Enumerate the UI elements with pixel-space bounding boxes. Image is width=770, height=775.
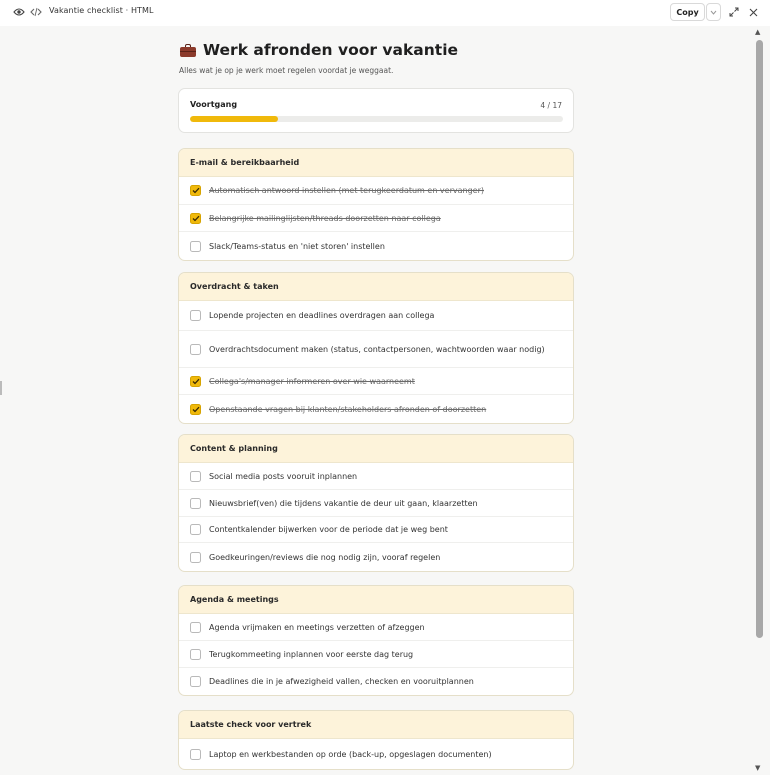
checklist-item-label: Contentkalender bijwerken voor de period…	[209, 525, 448, 534]
checklist-item-label: Collega's/manager informeren over wie wa…	[209, 376, 415, 386]
checklist-item[interactable]: Laptop en werkbestanden op orde (back-up…	[179, 739, 573, 769]
checklist-item[interactable]: Social media posts vooruit inplannen	[179, 463, 573, 490]
checkbox[interactable]	[190, 621, 201, 633]
checklist-item[interactable]: Nieuwsbrief(ven) die tijdens vakantie de…	[179, 490, 573, 517]
briefcase-icon	[180, 43, 196, 57]
checklist-section: E-mail & bereikbaarheid Automatisch antwo…	[178, 148, 574, 261]
copy-button[interactable]: Copy	[670, 3, 705, 21]
checklist-item[interactable]: Agenda vrijmaken en meetings verzetten o…	[179, 614, 573, 641]
checklist-item-label: Openstaande vragen bij klanten/stakehold…	[209, 404, 487, 414]
checklist-item[interactable]: Lopende projecten en deadlines overdrage…	[179, 301, 573, 331]
checkbox[interactable]	[190, 212, 201, 224]
checklist-item-label: Slack/Teams-status en 'niet storen' inst…	[209, 241, 385, 251]
check-icon	[192, 378, 199, 384]
checkbox[interactable]	[190, 497, 201, 509]
close-icon[interactable]	[746, 5, 760, 19]
page-subtitle: Alles wat je op je werk moet regelen voo…	[179, 66, 394, 75]
progress-bar-fill	[190, 116, 278, 122]
checklist-item[interactable]: Goedkeuringen/reviews die nog nodig zijn…	[179, 543, 573, 571]
checklist-item-label: Automatisch antwoord instellen (met teru…	[209, 186, 484, 195]
section-title: Agenda & meetings	[179, 586, 573, 614]
progress-label: Voortgang	[190, 100, 238, 109]
checkbox[interactable]	[190, 375, 201, 387]
progress-card: Voortgang 4 / 17	[178, 88, 574, 133]
page-title: Werk afronden voor vakantie	[180, 41, 458, 59]
checklist-section: Content & planning Social media posts voo…	[178, 434, 574, 572]
scroll-down-arrow-icon[interactable]: ▼	[755, 764, 760, 772]
checkbox[interactable]	[190, 310, 201, 321]
code-icon[interactable]	[29, 5, 43, 19]
checkbox[interactable]	[190, 240, 201, 252]
checklist-item-label: Deadlines die in je afwezigheid vallen, …	[209, 677, 474, 686]
section-title: Overdracht & taken	[179, 273, 573, 301]
checklist-item[interactable]: Terugkommeeting inplannen voor eerste da…	[179, 641, 573, 668]
checkbox[interactable]	[190, 676, 201, 687]
checklist-item-label: Nieuwsbrief(ven) die tijdens vakantie de…	[209, 498, 478, 508]
checklist-item-label: Laptop en werkbestanden op orde (back-up…	[209, 749, 492, 759]
chevron-down-icon[interactable]	[706, 3, 721, 21]
checklist-section: Overdracht & taken Lopende projecten en d…	[178, 272, 574, 424]
checkbox[interactable]	[190, 343, 201, 355]
checklist-item-label: Terugkommeeting inplannen voor eerste da…	[209, 649, 414, 659]
check-icon	[192, 215, 199, 221]
checklist-item[interactable]: Contentkalender bijwerken voor de period…	[179, 517, 573, 543]
checklist-item[interactable]: Slack/Teams-status en 'niet storen' inst…	[179, 232, 573, 260]
checklist-item-label: Social media posts vooruit inplannen	[209, 471, 358, 481]
eye-icon[interactable]	[12, 5, 26, 19]
scrollbar-thumb[interactable]	[756, 40, 763, 638]
checkbox[interactable]	[190, 748, 201, 760]
checkbox[interactable]	[190, 524, 201, 535]
checklist-item-label: Agenda vrijmaken en meetings verzetten o…	[209, 622, 425, 632]
checklist-item-label: Lopende projecten en deadlines overdrage…	[209, 311, 435, 320]
checklist-item[interactable]: Openstaande vragen bij klanten/stakehold…	[179, 395, 573, 423]
section-title: E-mail & bereikbaarheid	[179, 149, 573, 177]
checkbox[interactable]	[190, 551, 201, 563]
progress-count: 4 / 17	[540, 101, 562, 110]
checkbox[interactable]	[190, 648, 201, 660]
checklist-section: Agenda & meetings Agenda vrijmaken en mee…	[178, 585, 574, 696]
checklist-item[interactable]: Deadlines die in je afwezigheid vallen, …	[179, 668, 573, 695]
expand-icon[interactable]	[727, 5, 741, 19]
checklist-item[interactable]: Collega's/manager informeren over wie wa…	[179, 368, 573, 395]
checkbox[interactable]	[190, 470, 201, 482]
section-title: Laatste check voor vertrek	[179, 711, 573, 739]
checklist-item-label: Overdrachtsdocument maken (status, conta…	[209, 344, 545, 354]
top-bar: Vakantie checklist · HTML Copy	[0, 0, 770, 26]
checkbox[interactable]	[190, 185, 201, 196]
progress-bar	[190, 116, 563, 122]
check-icon	[192, 187, 199, 194]
window-title: Vakantie checklist · HTML	[49, 6, 154, 15]
page-title-text: Werk afronden voor vakantie	[203, 41, 459, 59]
checklist-section: Laatste check voor vertrek Laptop en werk…	[178, 710, 574, 770]
checklist-item[interactable]: Overdrachtsdocument maken (status, conta…	[179, 331, 573, 368]
check-icon	[192, 406, 199, 412]
scroll-up-arrow-icon[interactable]: ▲	[755, 28, 760, 36]
checklist-item-label: Belangrijke mailinglijsten/threads doorz…	[209, 213, 441, 223]
resize-handle[interactable]	[0, 381, 2, 395]
checklist-item[interactable]: Belangrijke mailinglijsten/threads doorz…	[179, 205, 573, 232]
checklist-item[interactable]: Automatisch antwoord instellen (met teru…	[179, 177, 573, 205]
section-title: Content & planning	[179, 435, 573, 463]
checklist-item-label: Goedkeuringen/reviews die nog nodig zijn…	[209, 552, 441, 562]
checkbox[interactable]	[190, 403, 201, 415]
